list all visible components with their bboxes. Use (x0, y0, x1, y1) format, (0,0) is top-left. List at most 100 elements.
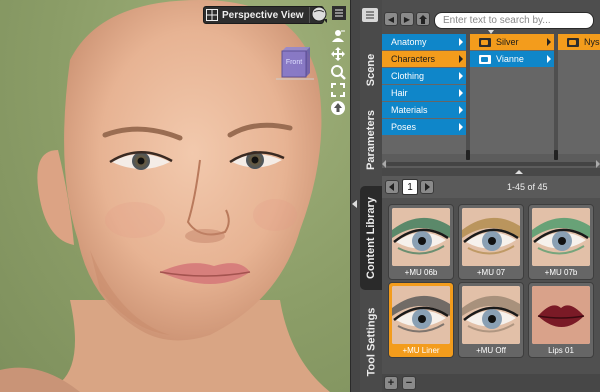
next-page-button[interactable] (420, 180, 434, 194)
asset-tile[interactable]: Lips 01 (528, 282, 594, 358)
category-label: Materials (391, 105, 428, 115)
category-browser: Anatomy Characters Clothing Hair Materia… (382, 34, 600, 168)
category-label: Vianne (496, 54, 524, 64)
asset-thumbnail (462, 286, 520, 344)
asset-thumbnail (462, 208, 520, 266)
search-input[interactable] (434, 12, 594, 29)
view-cube-face-label: Front (285, 59, 303, 66)
zoom-icon[interactable] (330, 64, 346, 80)
3d-viewport[interactable]: Perspective View ▼ Front (0, 0, 350, 392)
asset-label: +MU Liner (402, 346, 440, 355)
tab-parameters[interactable]: Parameters (360, 100, 382, 180)
category-label: Anatomy (391, 37, 427, 47)
chevron-right-icon (459, 89, 463, 97)
tab-tool-settings-label: Tool Settings (365, 307, 378, 377)
tab-tool-settings[interactable]: Tool Settings (360, 298, 382, 386)
page-number[interactable]: 1 (402, 179, 418, 195)
browser-splitter[interactable] (382, 168, 600, 176)
forward-button[interactable]: ▶ (400, 12, 414, 26)
asset-label: +MU 07b (544, 268, 578, 277)
camera-selector[interactable]: Perspective View ▼ (203, 6, 324, 24)
asset-grid: +MU 06b +MU 07 +MU 07b +MU Liner +MU Off Lips… (382, 198, 600, 374)
remove-button[interactable]: − (402, 376, 416, 390)
asset-tile[interactable]: +MU Off (458, 282, 524, 358)
folder-icon (479, 54, 491, 64)
category-column-2: Silver Vianne (470, 34, 554, 154)
chevron-right-icon (459, 123, 463, 131)
category-vianne[interactable]: Vianne (470, 51, 554, 67)
folder-icon (479, 37, 491, 47)
asset-thumbnail (392, 208, 450, 266)
category-nyss[interactable]: Nyss (558, 34, 600, 50)
category-silver[interactable]: Silver (470, 34, 554, 50)
prev-page-button[interactable] (385, 180, 399, 194)
pane-bottom-bar: + − (382, 374, 600, 392)
chevron-right-icon (459, 55, 463, 63)
pane-tab-bar: Scene Parameters Content Library Tool Se… (360, 0, 382, 392)
asset-label: +MU 07 (476, 268, 506, 277)
category-hair[interactable]: Hair (382, 85, 466, 101)
arrow-left-icon (389, 183, 394, 191)
search-toolbar: ◀ ▶ (382, 0, 600, 34)
collapse-up-icon[interactable] (515, 170, 523, 174)
tab-parameters-label: Parameters (365, 110, 377, 170)
scroll-right-icon[interactable] (596, 160, 600, 168)
home-button[interactable] (416, 12, 430, 26)
category-label: Nyss (584, 37, 600, 47)
chevron-right-icon (459, 106, 463, 114)
category-characters[interactable]: Characters (382, 51, 466, 67)
result-count: 1-45 of 45 (507, 182, 548, 192)
chevron-right-icon (459, 38, 463, 46)
pane-menu-icon[interactable] (362, 8, 378, 22)
figure-select-icon[interactable] (330, 28, 346, 44)
collapse-arrow-icon[interactable] (352, 200, 357, 208)
category-clothing[interactable]: Clothing (382, 68, 466, 84)
folder-icon (567, 37, 579, 47)
frame-icon[interactable] (330, 82, 346, 98)
category-poses[interactable]: Poses (382, 119, 466, 135)
asset-thumbnail (392, 286, 450, 344)
horizontal-scrollbar[interactable] (382, 160, 600, 168)
draw-style-icon[interactable] (311, 6, 329, 24)
asset-label: +MU Off (476, 346, 506, 355)
tab-scene[interactable]: Scene (360, 40, 382, 100)
back-button[interactable]: ◀ (384, 12, 398, 26)
view-cube[interactable]: Front (276, 43, 314, 85)
asset-label: Lips 01 (548, 346, 574, 355)
category-label: Characters (391, 54, 436, 64)
category-label: Clothing (391, 71, 425, 81)
chevron-right-icon (547, 38, 551, 46)
asset-tile[interactable]: +MU Liner (388, 282, 454, 358)
arrow-right-icon (425, 183, 430, 191)
pan-icon[interactable] (330, 46, 346, 62)
tab-content-library-label: Content Library (365, 197, 377, 279)
asset-thumbnail (532, 286, 590, 344)
viewport-menu-icon[interactable] (332, 6, 346, 20)
home-icon (419, 14, 427, 24)
add-button[interactable]: + (384, 376, 398, 390)
chevron-right-icon (459, 72, 463, 80)
category-materials[interactable]: Materials (382, 102, 466, 118)
category-column-1: Anatomy Characters Clothing Hair Materia… (382, 34, 466, 154)
pagination-bar: 1 1-45 of 45 (382, 176, 600, 198)
category-label: Poses (391, 122, 417, 132)
asset-thumbnail (532, 208, 590, 266)
chevron-right-icon (547, 55, 551, 63)
reset-icon[interactable] (330, 100, 346, 116)
asset-tile[interactable]: +MU 06b (388, 204, 454, 280)
content-library-pane: ◀ ▶ Anatomy Characters Clothing Hair Mat… (382, 0, 600, 392)
viewport-grid-icon[interactable] (204, 7, 220, 23)
category-column-3: Nyss (558, 34, 600, 154)
category-label: Hair (391, 88, 408, 98)
scroll-left-icon[interactable] (382, 160, 386, 168)
pane-splitter[interactable] (350, 0, 360, 392)
tab-content-library[interactable]: Content Library (360, 186, 382, 290)
asset-tile[interactable]: +MU 07 (458, 204, 524, 280)
asset-label: +MU 06b (404, 268, 438, 277)
camera-label: Perspective View (222, 9, 304, 21)
category-label: Silver (496, 37, 519, 47)
daz-studio-window: Perspective View ▼ Front (0, 0, 600, 392)
category-anatomy[interactable]: Anatomy (382, 34, 466, 50)
tab-scene-label: Scene (365, 53, 378, 87)
asset-tile[interactable]: +MU 07b (528, 204, 594, 280)
